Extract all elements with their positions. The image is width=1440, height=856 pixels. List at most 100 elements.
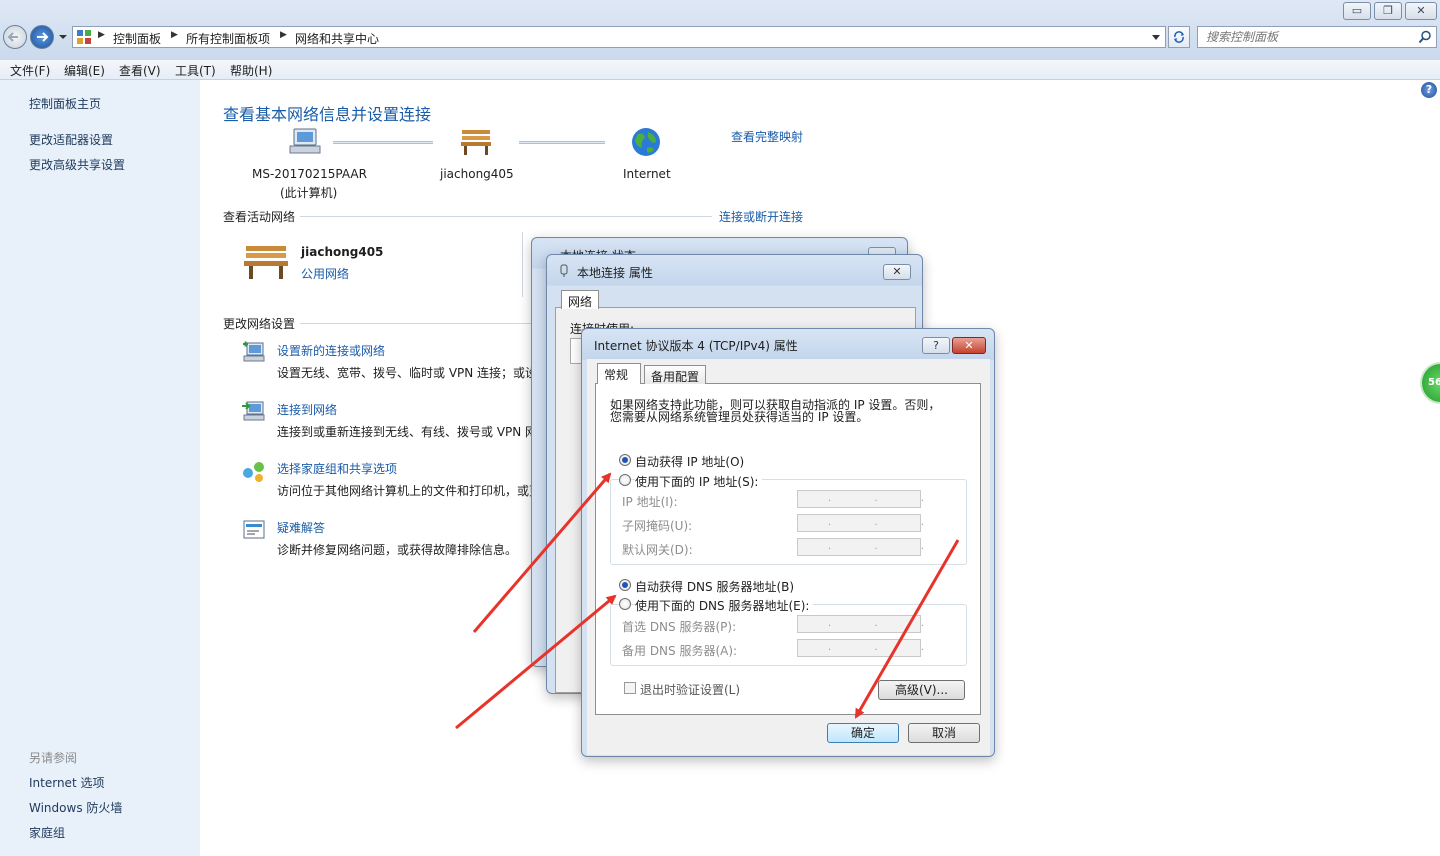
- default-gateway-field: . . .: [797, 538, 924, 556]
- auto-dns-label[interactable]: 自动获得 DNS 服务器地址(B): [635, 578, 794, 595]
- breadcrumb-item[interactable]: 所有控制面板项: [186, 30, 270, 47]
- auto-ip-radio[interactable]: [619, 454, 631, 466]
- minimize-button[interactable]: ▭: [1343, 2, 1371, 20]
- ipv4-help-button[interactable]: ?: [922, 337, 950, 354]
- task-title-troubleshoot[interactable]: 疑难解答: [277, 519, 325, 536]
- advanced-button[interactable]: 高级(V)...: [878, 680, 965, 700]
- task-title-connect-network[interactable]: 连接到网络: [277, 401, 337, 418]
- cancel-button[interactable]: 取消: [908, 723, 980, 743]
- address-dropdown-icon[interactable]: [1151, 34, 1161, 42]
- divider: [300, 323, 532, 324]
- task-desc-new-connection: 设置无线、宽带、拨号、临时或 VPN 连接；或设: [277, 366, 538, 380]
- manual-ip-label[interactable]: 使用下面的 IP 地址(S):: [635, 473, 763, 490]
- node-computer-name: MS-20170215PAAR: [252, 167, 367, 181]
- refresh-icon: [1174, 31, 1184, 43]
- preferred-dns-field: . . .: [797, 615, 924, 633]
- divider: [300, 216, 712, 217]
- menu-bar: 文件(F) 编辑(E) 查看(V) 工具(T) 帮助(H): [0, 60, 1440, 80]
- intro-text-line2: 您需要从网络系统管理员处获得适当的 IP 设置。: [610, 410, 869, 424]
- connect-disconnect-link[interactable]: 连接或断开连接: [719, 208, 803, 225]
- node-network-name: jiachong405: [440, 167, 514, 181]
- sidebar-link-homegroup[interactable]: 家庭组: [29, 824, 65, 841]
- connection-line: [333, 141, 433, 144]
- help-icon[interactable]: ?: [1421, 82, 1437, 98]
- new-connection-icon: [243, 341, 265, 362]
- validate-on-exit-checkbox[interactable]: [624, 682, 636, 694]
- close-window-button[interactable]: ✕: [1405, 2, 1437, 20]
- general-tab-panel: 如果网络支持此功能，则可以获取自动指派的 IP 设置。否则， 您需要从网络系统管…: [595, 383, 981, 715]
- manual-ip-radio[interactable]: [619, 474, 631, 486]
- breadcrumb-item[interactable]: 控制面板: [113, 30, 161, 47]
- network-adapter-icon: [560, 264, 568, 277]
- ipv4-dialog-title: Internet 协议版本 4 (TCP/IPv4) 属性: [594, 339, 798, 353]
- forward-button[interactable]: [30, 25, 54, 49]
- sidebar-link-adapter-settings[interactable]: 更改适配器设置: [29, 131, 113, 148]
- menu-file[interactable]: 文件(F): [10, 62, 50, 79]
- address-bar[interactable]: ▶ 控制面板 ▶ 所有控制面板项 ▶ 网络和共享中心: [72, 26, 1166, 48]
- back-arrow-icon: [7, 32, 18, 42]
- view-full-map-link[interactable]: 查看完整映射: [731, 128, 803, 145]
- ip-address-field: . . .: [797, 490, 924, 508]
- auto-ip-label[interactable]: 自动获得 IP 地址(O): [635, 453, 744, 470]
- manual-dns-radio[interactable]: [619, 598, 631, 610]
- homegroup-icon: [243, 462, 264, 482]
- ipv4-dialog-body: 如果网络支持此功能，则可以获取自动指派的 IP 设置。否则， 您需要从网络系统管…: [587, 359, 990, 755]
- properties-dialog-close-button[interactable]: ✕: [883, 264, 911, 280]
- task-desc-troubleshoot: 诊断并修复网络问题，或获得故障排除信息。: [277, 543, 518, 557]
- menu-edit[interactable]: 编辑(E): [64, 62, 105, 79]
- breadcrumb-separator: ▶: [280, 30, 287, 40]
- back-button[interactable]: [3, 25, 27, 49]
- network-type-link[interactable]: 公用网络: [301, 265, 349, 282]
- ipv4-properties-dialog: Internet 协议版本 4 (TCP/IPv4) 属性 ? ✕ 如果网络支持…: [581, 328, 995, 757]
- globe-icon: [632, 128, 660, 156]
- alternate-dns-label: 备用 DNS 服务器(A):: [622, 644, 738, 658]
- recent-pages-dropdown-icon[interactable]: [58, 33, 68, 41]
- task-title-new-connection[interactable]: 设置新的连接或网络: [277, 342, 385, 359]
- manual-dns-label[interactable]: 使用下面的 DNS 服务器地址(E):: [635, 597, 814, 614]
- alternate-dns-field: . . .: [797, 639, 924, 657]
- control-panel-icon: [77, 30, 91, 44]
- bench-icon: [461, 130, 491, 155]
- sidebar-link-advanced-sharing[interactable]: 更改高级共享设置: [29, 156, 125, 173]
- breadcrumb-separator: ▶: [98, 30, 105, 40]
- connection-line: [519, 141, 605, 144]
- default-gateway-label: 默认网关(D):: [622, 543, 693, 557]
- sidebar-link-control-panel-home[interactable]: 控制面板主页: [29, 95, 101, 112]
- title-bar: ▭ ❐ ✕ ▶ 控制面板 ▶ 所有控制面板项 ▶ 网络和共享中心: [0, 0, 1440, 60]
- node-computer-sub: (此计算机): [280, 186, 338, 200]
- subnet-mask-label: 子网掩码(U):: [622, 519, 693, 533]
- sidebar: 控制面板主页 更改适配器设置 更改高级共享设置 另请参阅 Internet 选项…: [0, 80, 200, 856]
- tab-network[interactable]: 网络: [561, 290, 600, 309]
- subnet-mask-field: . . .: [797, 514, 924, 532]
- connect-network-icon: [242, 401, 265, 421]
- menu-help[interactable]: 帮助(H): [230, 62, 272, 79]
- floating-speed-badge[interactable]: 56: [1420, 362, 1440, 404]
- tab-general[interactable]: 常规: [597, 363, 641, 384]
- sidebar-link-internet-options[interactable]: Internet 选项: [29, 774, 104, 791]
- auto-dns-radio[interactable]: [619, 579, 631, 591]
- validate-on-exit-label[interactable]: 退出时验证设置(L): [640, 681, 740, 698]
- search-input[interactable]: [1198, 27, 1408, 47]
- node-internet-name: Internet: [623, 167, 671, 181]
- troubleshoot-icon: [243, 520, 265, 539]
- menu-view[interactable]: 查看(V): [119, 62, 161, 79]
- menu-tools[interactable]: 工具(T): [175, 62, 216, 79]
- change-settings-heading: 更改网络设置: [223, 317, 296, 331]
- sidebar-link-windows-firewall[interactable]: Windows 防火墙: [29, 799, 122, 816]
- divider: [522, 232, 523, 297]
- task-desc-connect-network: 连接到或重新连接到无线、有线、拨号或 VPN 网: [277, 425, 538, 439]
- page-title: 查看基本网络信息并设置连接: [223, 105, 432, 124]
- breadcrumb-item[interactable]: 网络和共享中心: [295, 30, 379, 47]
- refresh-button[interactable]: [1168, 26, 1190, 48]
- tab-alternate-config[interactable]: 备用配置: [644, 365, 707, 384]
- search-box[interactable]: [1197, 26, 1437, 48]
- ok-button[interactable]: 确定: [827, 723, 899, 743]
- preferred-dns-label: 首选 DNS 服务器(P):: [622, 620, 737, 634]
- restore-button[interactable]: ❐: [1374, 2, 1402, 20]
- forward-arrow-icon: [37, 32, 49, 42]
- ip-address-label: IP 地址(I):: [622, 495, 678, 509]
- search-icon[interactable]: [1418, 30, 1432, 44]
- task-title-homegroup[interactable]: 选择家庭组和共享选项: [277, 460, 397, 477]
- active-networks-heading: 查看活动网络: [223, 210, 296, 224]
- ipv4-close-button[interactable]: ✕: [952, 337, 986, 354]
